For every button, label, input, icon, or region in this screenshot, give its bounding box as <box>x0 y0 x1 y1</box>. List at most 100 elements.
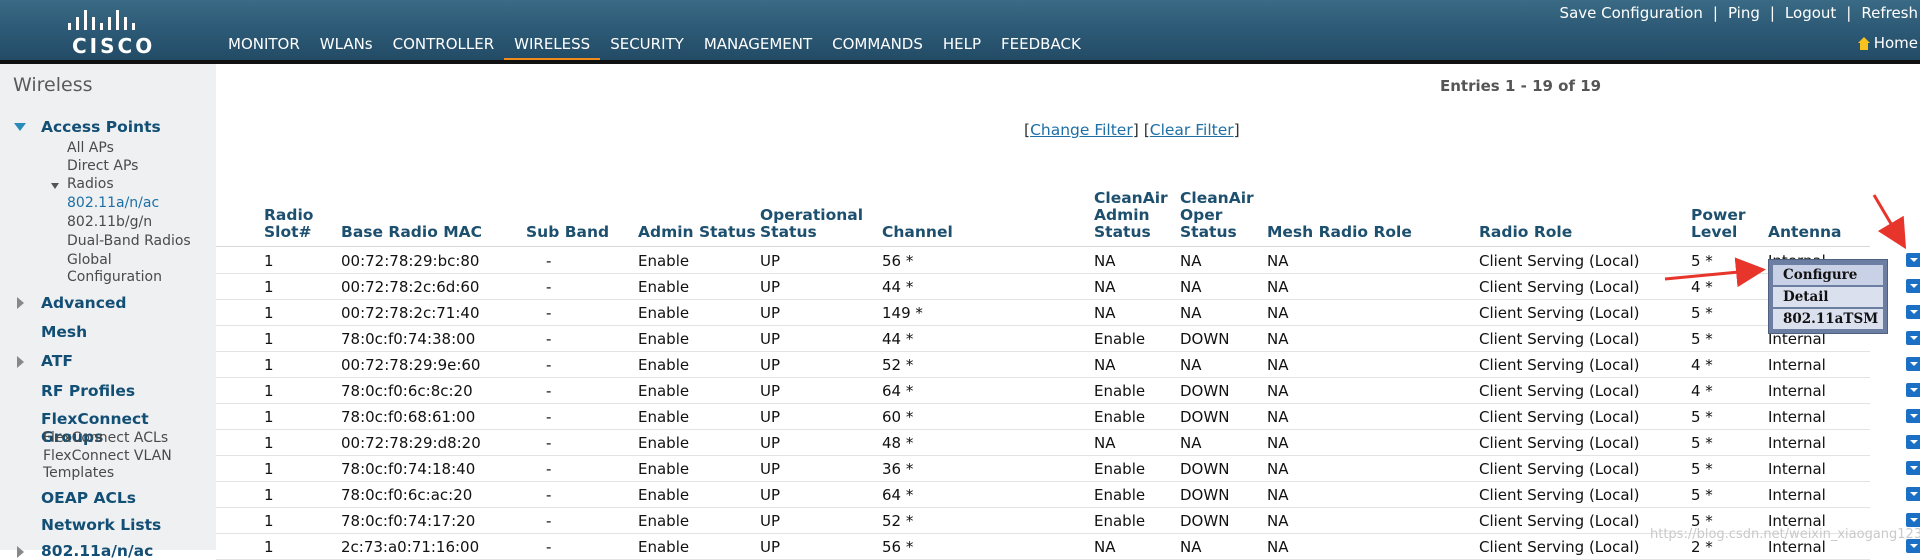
cell-slot[interactable]: 1 <box>264 538 274 556</box>
cell-ca-oper: DOWN <box>1180 486 1230 504</box>
sidebar-advanced[interactable]: Advanced <box>41 294 127 312</box>
cell-slot[interactable]: 1 <box>264 330 274 348</box>
nav-commands[interactable]: COMMANDS <box>822 33 933 62</box>
nav-security[interactable]: SECURITY <box>600 33 694 62</box>
sidebar-radios[interactable]: Radios <box>67 176 114 193</box>
table-row: 1 2c:73:a0:71:16:00 - Enable UP 56 * NA NA NA Cli… <box>216 533 1920 560</box>
sidebar-802-11a-section[interactable]: 802.11a/n/ac <box>41 542 153 560</box>
sidebar-radio-802-11b[interactable]: 802.11b/g/n <box>67 214 152 231</box>
cell-mesh: NA <box>1267 382 1289 400</box>
change-filter-link[interactable]: Change Filter <box>1030 121 1133 139</box>
cell-slot[interactable]: 1 <box>264 512 274 530</box>
sidebar-access-points[interactable]: Access Points <box>41 118 161 136</box>
cell-admin: Enable <box>638 304 690 322</box>
nav-monitor[interactable]: MONITOR <box>218 33 310 62</box>
row-dropdown-icon[interactable] <box>1906 253 1920 267</box>
ping-link[interactable]: Ping <box>1718 4 1770 22</box>
col-header-mesh-radio-role[interactable]: Mesh Radio Role <box>1267 224 1412 241</box>
cell-slot[interactable]: 1 <box>264 252 274 270</box>
col-header-line: Oper <box>1180 206 1223 224</box>
cell-role: Client Serving (Local) <box>1479 382 1640 400</box>
row-dropdown-icon[interactable] <box>1906 279 1920 293</box>
collapsed-triangle-icon[interactable] <box>17 546 24 558</box>
home-link[interactable]: Home <box>1857 34 1918 52</box>
sidebar-mesh[interactable]: Mesh <box>41 323 87 341</box>
row-dropdown-icon[interactable] <box>1906 305 1920 319</box>
menu-detail[interactable]: Detail <box>1773 287 1883 307</box>
col-header-radio-role[interactable]: Radio Role <box>1479 224 1572 241</box>
cell-slot[interactable]: 1 <box>264 486 274 504</box>
row-dropdown-icon[interactable] <box>1906 409 1920 423</box>
nav-feedback[interactable]: FEEDBACK <box>991 33 1091 62</box>
sidebar-dual-band-radios[interactable]: Dual-Band Radios <box>67 233 191 250</box>
menu-802-11atsm[interactable]: 802.11aTSM <box>1773 309 1883 329</box>
cell-slot[interactable]: 1 <box>264 460 274 478</box>
cell-power: 5 * <box>1691 460 1713 478</box>
cell-mac: 00:72:78:29:bc:80 <box>341 252 480 270</box>
sidebar-atf[interactable]: ATF <box>41 352 73 370</box>
logout-link[interactable]: Logout <box>1775 4 1846 22</box>
sidebar-flexconnect-acls[interactable]: FlexConnect ACLs <box>43 430 168 447</box>
cell-oper: UP <box>760 304 781 322</box>
col-header-channel[interactable]: Channel <box>882 224 953 241</box>
cell-oper: UP <box>760 330 781 348</box>
collapsed-triangle-icon[interactable] <box>17 356 24 368</box>
cell-slot[interactable]: 1 <box>264 408 274 426</box>
nav-controller[interactable]: CONTROLLER <box>383 33 505 62</box>
cell-mac: 78:0c:f0:6c:ac:20 <box>341 486 473 504</box>
clear-filter-link[interactable]: Clear Filter <box>1150 121 1234 139</box>
expanded-triangle-icon[interactable] <box>14 123 26 131</box>
col-header-admin-status[interactable]: Admin Status <box>638 224 756 241</box>
row-dropdown-icon[interactable] <box>1906 487 1920 501</box>
cell-slot[interactable]: 1 <box>264 434 274 452</box>
cell-slot[interactable]: 1 <box>264 304 274 322</box>
cell-oper: UP <box>760 486 781 504</box>
nav-management[interactable]: MANAGEMENT <box>694 33 822 62</box>
row-dropdown-icon[interactable] <box>1906 383 1920 397</box>
col-header-operational-status[interactable]: Operational Status <box>760 207 863 241</box>
col-header-power-level[interactable]: Power Level <box>1691 207 1746 241</box>
col-header-cleanair-oper-status[interactable]: CleanAir Oper Status <box>1180 190 1254 241</box>
radios-collapse-icon[interactable] <box>51 183 59 189</box>
sidebar-global-config[interactable]: Global Configuration <box>67 252 162 286</box>
save-configuration-link[interactable]: Save Configuration <box>1550 4 1713 22</box>
cell-slot[interactable]: 1 <box>264 356 274 374</box>
cell-antenna: Internal <box>1768 460 1826 478</box>
cell-subband: - <box>546 382 552 400</box>
collapsed-triangle-icon[interactable] <box>17 297 24 309</box>
nav-wlans[interactable]: WLANs <box>310 33 383 62</box>
sidebar-all-aps[interactable]: All APs <box>67 140 114 157</box>
sidebar-flexconnect-vlan-templates[interactable]: FlexConnect VLAN Templates <box>43 448 172 482</box>
cell-power: 5 * <box>1691 434 1713 452</box>
sidebar-radio-802-11a[interactable]: 802.11a/n/ac <box>67 195 159 212</box>
cell-admin: Enable <box>638 278 690 296</box>
cell-slot[interactable]: 1 <box>264 382 274 400</box>
cell-slot[interactable]: 1 <box>264 278 274 296</box>
row-dropdown-icon[interactable] <box>1906 461 1920 475</box>
cell-mac: 78:0c:f0:6c:8c:20 <box>341 382 473 400</box>
col-header-cleanair-admin-status[interactable]: CleanAir Admin Status <box>1094 190 1168 241</box>
sidebar-direct-aps[interactable]: Direct APs <box>67 158 138 175</box>
sidebar-flexconnect-vlan-line2: Templates <box>43 465 115 481</box>
nav-wireless[interactable]: WIRELESS <box>504 33 601 63</box>
refresh-link[interactable]: Refresh <box>1851 4 1918 22</box>
main-nav: MONITOR WLANs CONTROLLER WIRELESS SECURI… <box>218 33 1091 63</box>
col-header-sub-band[interactable]: Sub Band <box>526 224 609 241</box>
sidebar-network-lists[interactable]: Network Lists <box>41 516 161 534</box>
row-dropdown-icon[interactable] <box>1906 357 1920 371</box>
cell-ca-admin: NA <box>1094 278 1116 296</box>
row-dropdown-icon[interactable] <box>1906 435 1920 449</box>
row-dropdown-icon[interactable] <box>1906 513 1920 527</box>
sidebar-oeap-acls[interactable]: OEAP ACLs <box>41 489 136 507</box>
col-header-radio-slot[interactable]: Radio Slot# <box>264 207 313 241</box>
menu-configure[interactable]: Configure <box>1773 265 1883 285</box>
col-header-antenna[interactable]: Antenna <box>1768 224 1841 241</box>
row-dropdown-icon[interactable] <box>1906 331 1920 345</box>
cell-ca-admin: Enable <box>1094 382 1146 400</box>
col-header-base-radio-mac[interactable]: Base Radio MAC <box>341 224 482 241</box>
cell-ca-admin: Enable <box>1094 460 1146 478</box>
cell-admin: Enable <box>638 434 690 452</box>
nav-help[interactable]: HELP <box>933 33 991 62</box>
sidebar-rf-profiles[interactable]: RF Profiles <box>41 382 135 400</box>
arrow-to-dropdown <box>1872 194 1907 250</box>
